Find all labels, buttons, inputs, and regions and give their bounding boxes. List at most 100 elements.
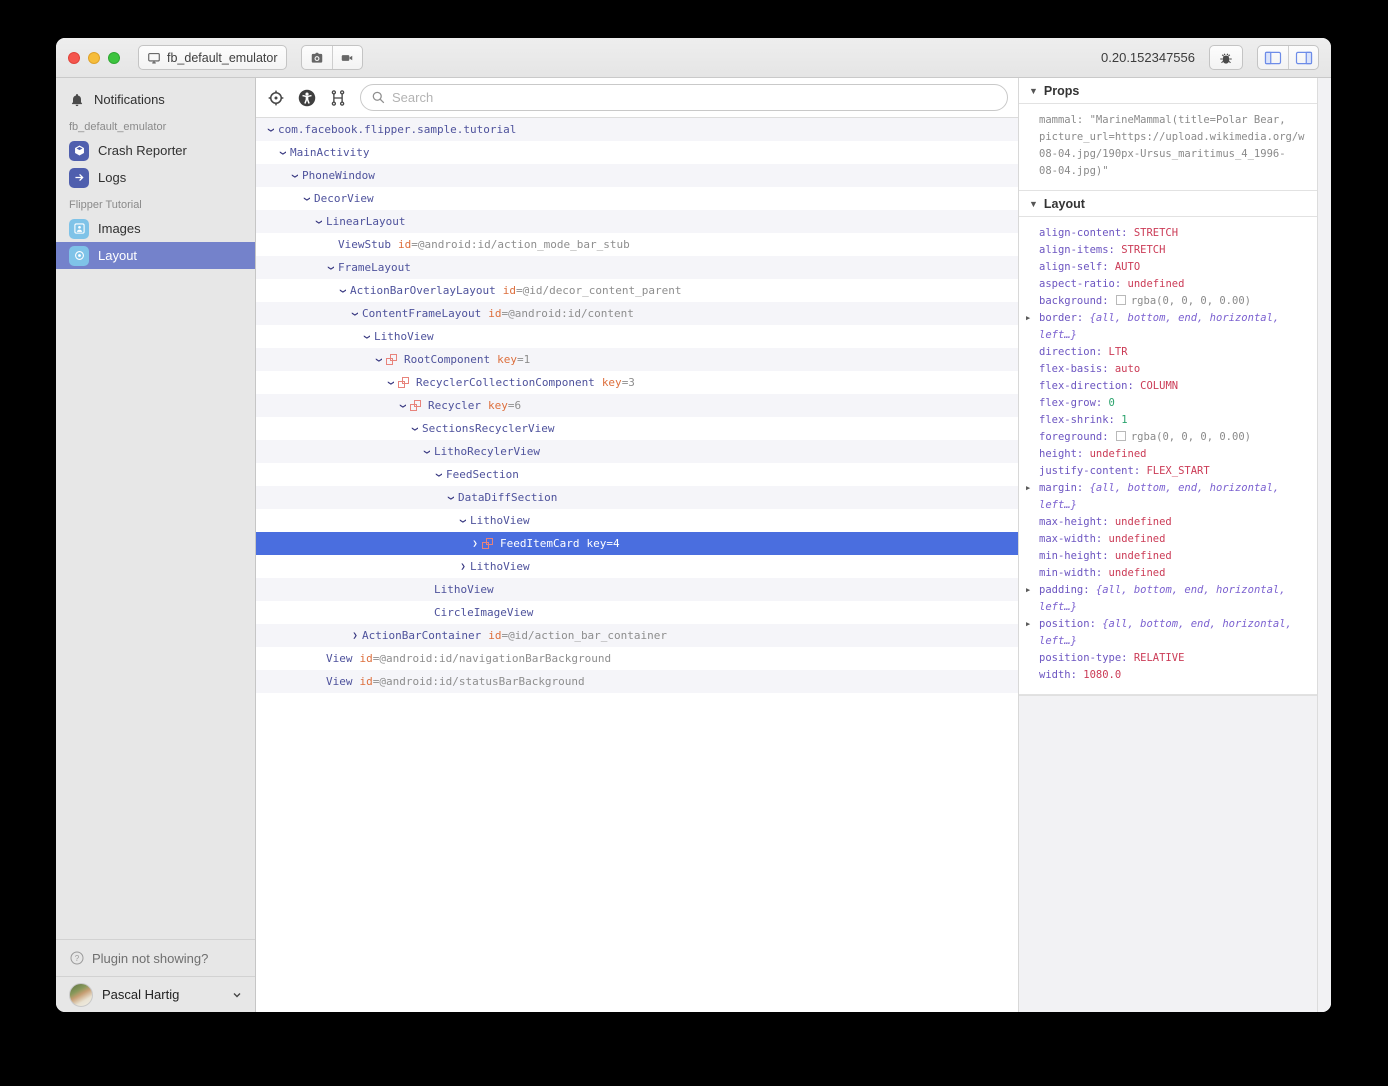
expand-toggle-icon[interactable]: ❯ [324, 263, 338, 273]
sidebar-item-layout[interactable]: Layout [56, 242, 255, 269]
expand-toggle-icon[interactable]: ❯ [468, 539, 482, 549]
expand-toggle-icon[interactable]: ❯ [372, 355, 386, 365]
zoom-window-button[interactable] [108, 52, 120, 64]
bug-report-button[interactable] [1209, 45, 1243, 70]
layout-prop-align-content: align-content: STRETCH [1019, 225, 1311, 242]
expand-toggle-icon[interactable]: ❯ [312, 217, 326, 227]
tree-row-CircleImageView[interactable]: CircleImageView [256, 601, 1018, 624]
element-name: PhoneWindow [302, 169, 375, 182]
layout-section-header[interactable]: ▼ Layout [1019, 191, 1317, 217]
expand-toggle-icon[interactable]: ❯ [348, 309, 362, 319]
layout-prop-flex-basis: flex-basis: auto [1019, 361, 1311, 378]
expand-toggle-icon[interactable]: ❯ [408, 424, 422, 434]
prop-key: position: [1039, 618, 1102, 630]
screenshot-button[interactable] [302, 46, 332, 69]
target-mode-button[interactable] [267, 89, 285, 107]
layout-prop-position[interactable]: ▶position: {all, bottom, end, horizontal… [1019, 616, 1311, 650]
expand-row-icon[interactable]: ▶ [1026, 616, 1030, 633]
expand-toggle-icon[interactable]: ❯ [444, 493, 458, 503]
search-box[interactable] [360, 84, 1008, 111]
toggle-left-sidebar-button[interactable] [1258, 46, 1288, 69]
prop-key: align-items: [1039, 244, 1121, 256]
tree-row-Recycler[interactable]: ❯Recyclerkey=6 [256, 394, 1018, 417]
tree-hierarchy-button[interactable] [329, 89, 347, 107]
layout-prop-padding[interactable]: ▶padding: {all, bottom, end, horizontal,… [1019, 582, 1311, 616]
tree-row-FeedItemCard[interactable]: ❯FeedItemCardkey=4 [256, 532, 1018, 555]
tree-row-ActionBarOverlayLayout[interactable]: ❯ActionBarOverlayLayoutid=@id/decor_cont… [256, 279, 1018, 302]
color-swatch[interactable] [1116, 431, 1126, 441]
tree-row-ActionBarContainer[interactable]: ❯ActionBarContainerid=@id/action_bar_con… [256, 624, 1018, 647]
user-menu[interactable]: Pascal Hartig [56, 976, 255, 1012]
attribute-name: key [586, 537, 606, 550]
tree-row-ContentFrameLayout[interactable]: ❯ContentFrameLayoutid=@android:id/conten… [256, 302, 1018, 325]
expand-toggle-icon[interactable]: ❯ [264, 125, 278, 135]
props-value-line: mammal: "MarineMammal(title=Polar Bear, [1019, 112, 1311, 129]
expand-toggle-icon[interactable]: ❯ [396, 401, 410, 411]
layout-prop-background: background: rgba(0, 0, 0, 0.00) [1019, 293, 1311, 310]
expand-toggle-icon[interactable]: ❯ [456, 562, 470, 572]
expand-row-icon[interactable]: ▶ [1026, 582, 1030, 599]
sidebar-item-images[interactable]: Images [56, 215, 255, 242]
expand-row-icon[interactable]: ▶ [1026, 480, 1030, 497]
expand-toggle-icon[interactable]: ❯ [288, 171, 302, 181]
expand-toggle-icon[interactable]: ❯ [432, 470, 446, 480]
attribute-value: =1 [517, 353, 530, 366]
minimize-window-button[interactable] [88, 52, 100, 64]
tree-row-MainActivity[interactable]: ❯MainActivity [256, 141, 1018, 164]
tree-row-LithoView[interactable]: ❯LithoView [256, 555, 1018, 578]
expand-toggle-icon[interactable]: ❯ [384, 378, 398, 388]
element-name: FrameLayout [338, 261, 411, 274]
tree-row-View[interactable]: Viewid=@android:id/navigationBarBackgrou… [256, 647, 1018, 670]
sidebar-item-crash-reporter[interactable]: Crash Reporter [56, 137, 255, 164]
color-swatch[interactable] [1116, 295, 1126, 305]
expand-toggle-icon[interactable]: ❯ [456, 516, 470, 526]
tree-row-FrameLayout[interactable]: ❯FrameLayout [256, 256, 1018, 279]
tree-row-LithoView[interactable]: LithoView [256, 578, 1018, 601]
layout-prop-border[interactable]: ▶border: {all, bottom, end, horizontal,l… [1019, 310, 1311, 344]
tree-row-RootComponent[interactable]: ❯RootComponentkey=1 [256, 348, 1018, 371]
accessibility-mode-button[interactable] [298, 89, 316, 107]
layout-prop-margin[interactable]: ▶margin: {all, bottom, end, horizontal,l… [1019, 480, 1311, 514]
toggle-right-sidebar-button[interactable] [1288, 46, 1318, 69]
attribute-value: =3 [622, 376, 635, 389]
tree-row-LinearLayout[interactable]: ❯LinearLayout [256, 210, 1018, 233]
expand-toggle-icon[interactable]: ❯ [276, 148, 290, 158]
expand-toggle-icon[interactable]: ❯ [360, 332, 374, 342]
tree-row-LithoRecylerView[interactable]: ❯LithoRecylerView [256, 440, 1018, 463]
tree-row-PhoneWindow[interactable]: ❯PhoneWindow [256, 164, 1018, 187]
prop-key: flex-grow: [1039, 397, 1109, 409]
tree-row-View[interactable]: Viewid=@android:id/statusBarBackground [256, 670, 1018, 693]
chevron-down-icon [231, 989, 243, 1001]
tree-row-RecyclerCollectionComponent[interactable]: ❯RecyclerCollectionComponentkey=3 [256, 371, 1018, 394]
tree-row-DecorView[interactable]: ❯DecorView [256, 187, 1018, 210]
tree-row-LithoView[interactable]: ❯LithoView [256, 325, 1018, 348]
close-window-button[interactable] [68, 52, 80, 64]
tree-row-FeedSection[interactable]: ❯FeedSection [256, 463, 1018, 486]
prop-value: STRETCH [1134, 227, 1178, 239]
prop-key: max-height: [1039, 516, 1115, 528]
tree-row-ViewStub[interactable]: ViewStubid=@android:id/action_mode_bar_s… [256, 233, 1018, 256]
prop-value: rgba(0, 0, 0, 0.00) [1131, 295, 1251, 307]
device-selector-button[interactable]: fb_default_emulator [138, 45, 287, 70]
sidebar-item-logs[interactable]: Logs [56, 164, 255, 191]
prop-key: min-height: [1039, 550, 1115, 562]
screen-record-button[interactable] [332, 46, 362, 69]
sidebar-item-notifications[interactable]: Notifications [56, 86, 255, 113]
prop-key: foreground: [1039, 431, 1115, 443]
tree-row-SectionsRecyclerView[interactable]: ❯SectionsRecyclerView [256, 417, 1018, 440]
layout-prop-flex-direction: flex-direction: COLUMN [1019, 378, 1311, 395]
expand-toggle-icon[interactable]: ❯ [300, 194, 314, 204]
logs-icon [69, 168, 89, 188]
expand-row-icon[interactable]: ▶ [1026, 310, 1030, 327]
prop-value: undefined [1090, 448, 1147, 460]
tree-row-DataDiffSection[interactable]: ❯DataDiffSection [256, 486, 1018, 509]
tree-row-LithoView[interactable]: ❯LithoView [256, 509, 1018, 532]
tree-row-com.facebook.flipper.sample.tutorial[interactable]: ❯com.facebook.flipper.sample.tutorial [256, 118, 1018, 141]
expand-toggle-icon[interactable]: ❯ [420, 447, 434, 457]
expand-toggle-icon[interactable]: ❯ [336, 286, 350, 296]
search-input[interactable] [392, 90, 997, 105]
props-section-header[interactable]: ▼ Props [1019, 78, 1317, 104]
prop-key: direction: [1039, 346, 1109, 358]
expand-toggle-icon[interactable]: ❯ [348, 631, 362, 641]
plugin-not-showing-link[interactable]: ? Plugin not showing? [56, 939, 255, 976]
